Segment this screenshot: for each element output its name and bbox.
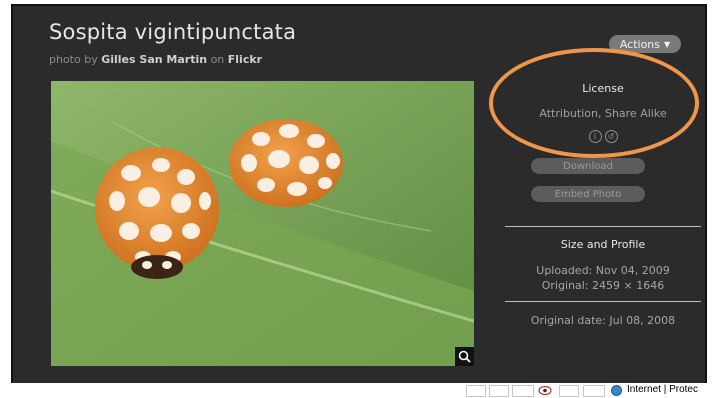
- photo-image[interactable]: [51, 81, 474, 366]
- photo-byline: photo by Gilles San Martin on Flickr: [49, 53, 262, 66]
- highlight-circle: [489, 48, 699, 158]
- uploaded-label: Uploaded:: [536, 264, 593, 277]
- status-bar: Internet | Protec: [0, 383, 712, 398]
- zoom-button[interactable]: [455, 347, 474, 366]
- actions-label: Actions: [619, 37, 661, 51]
- chevron-down-icon: ▼: [664, 39, 671, 49]
- author-link[interactable]: Gilles San Martin: [101, 53, 207, 66]
- divider: [505, 301, 701, 302]
- status-segment: [583, 385, 605, 397]
- uploaded-row: Uploaded: Nov 04, 2009: [505, 264, 701, 277]
- original-date-label: Original date:: [530, 314, 606, 327]
- original-label: Original:: [541, 279, 589, 292]
- original-row: Original: 2459 × 1646: [505, 279, 701, 292]
- status-segment: [489, 385, 509, 397]
- byline-prefix: photo by: [49, 53, 98, 66]
- byline-on: on: [210, 53, 225, 66]
- original-size-link[interactable]: 2459 × 1646: [592, 279, 664, 292]
- browser-content: Sospita vigintipunctata photo by Gilles …: [0, 0, 712, 398]
- ladybug-photo: [51, 81, 474, 366]
- status-segment: [512, 385, 534, 397]
- size-profile-title: Size and Profile: [560, 238, 646, 251]
- privacy-eye-icon[interactable]: [538, 385, 552, 396]
- divider: [505, 226, 701, 227]
- uploaded-value: Nov 04, 2009: [595, 264, 670, 277]
- status-segment: [466, 385, 486, 397]
- magnifier-icon: [458, 350, 471, 363]
- embed-photo-button[interactable]: Embed Photo: [531, 186, 645, 202]
- download-button[interactable]: Download: [531, 158, 645, 174]
- status-segment: [559, 385, 579, 397]
- original-date-value: Jul 08, 2008: [609, 314, 676, 327]
- photo-viewer: Sospita vigintipunctata photo by Gilles …: [11, 4, 707, 383]
- photo-title: Sospita vigintipunctata: [49, 20, 297, 44]
- source-link[interactable]: Flickr: [228, 53, 262, 66]
- globe-icon: [611, 385, 622, 396]
- original-date-row: Original date: Jul 08, 2008: [505, 314, 701, 327]
- security-zone-label: Internet | Protec: [627, 384, 698, 395]
